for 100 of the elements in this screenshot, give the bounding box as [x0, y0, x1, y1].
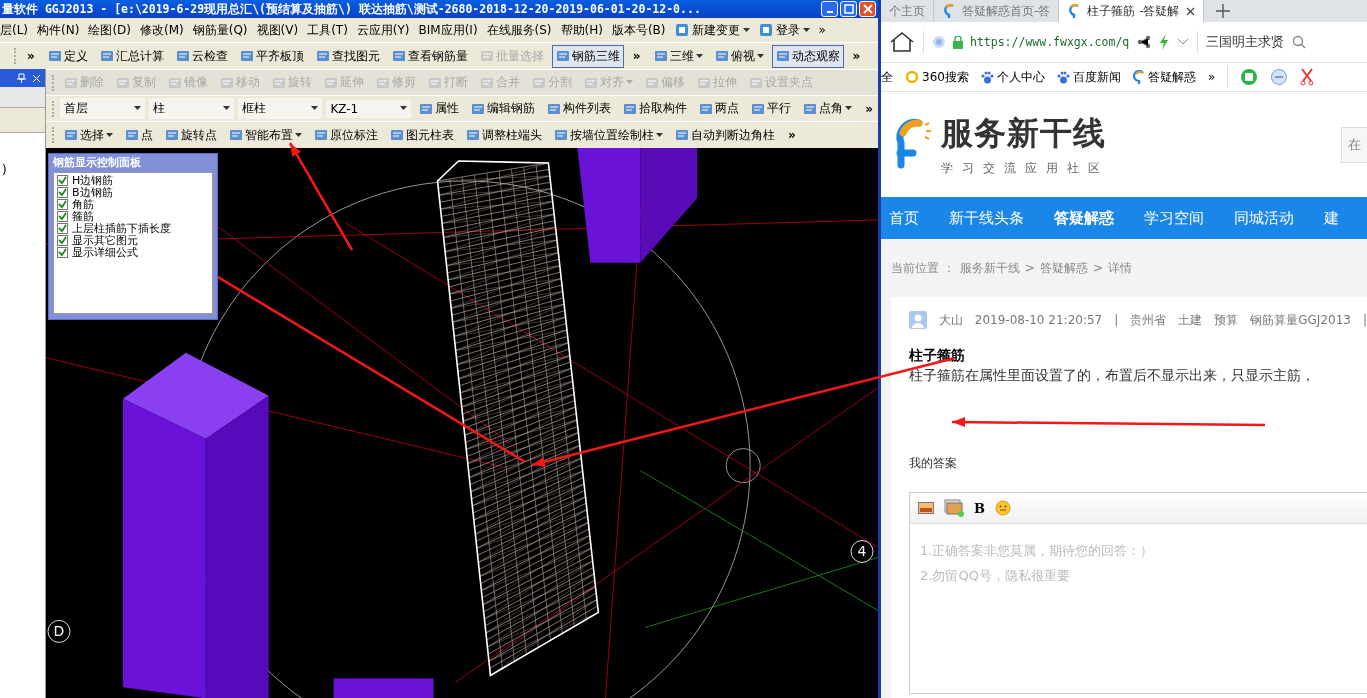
toolbar-button[interactable]: 两点 [695, 97, 744, 121]
menu-item[interactable]: 钢筋量(Q) [192, 21, 248, 39]
toolbar-button[interactable]: 三维 [649, 44, 707, 68]
menu-item[interactable]: BIM应用(I) [418, 21, 478, 39]
checkbox[interactable] [57, 235, 68, 247]
checkbox[interactable] [57, 199, 68, 211]
browser-tab[interactable]: 柱子箍筋 -答疑解 [1059, 0, 1204, 22]
menu-item[interactable]: 视图(V) [256, 21, 299, 39]
tag-text[interactable]: 钢筋算量GGJ2013 [1250, 311, 1351, 329]
paw-icon [980, 70, 994, 84]
menu-item[interactable]: 登录 [758, 21, 810, 39]
overflow-chevron[interactable]: » [22, 49, 40, 63]
menu-item[interactable]: 在线服务(S) [486, 21, 552, 39]
bookmark-link[interactable]: 答疑解惑 [1132, 68, 1196, 86]
nav-link[interactable]: 学习空间 [1144, 208, 1204, 228]
menu-item[interactable]: 构件(N) [37, 21, 80, 39]
close-button[interactable] [859, 1, 876, 17]
checkbox[interactable] [57, 175, 68, 187]
menu-item[interactable]: » [818, 23, 826, 37]
3d-viewport[interactable]: 钢筋显示控制面板 H边钢筋 B边钢筋 角筋 箍筋 上层柱插筋下插长度 显示其它图元 显示详细公式 4 D [46, 147, 878, 698]
toolbar-button[interactable]: 查看钢筋量 [387, 44, 472, 68]
image-icon[interactable] [918, 502, 934, 514]
minimize-button[interactable] [821, 1, 838, 17]
avatar-icon [909, 311, 927, 329]
overflow-chevron[interactable]: » [860, 101, 878, 116]
toolbar-button[interactable]: 选择 [60, 123, 117, 147]
tag-text[interactable]: 贵州省 [1130, 311, 1167, 329]
browser-tab[interactable]: 个主页 [881, 0, 934, 22]
home-icon[interactable] [889, 31, 915, 53]
toolbar-button[interactable]: 钢筋三维 [551, 44, 624, 68]
toolbar-button[interactable]: 编辑钢筋 [467, 97, 540, 121]
maximize-button[interactable] [840, 1, 857, 17]
nav-link[interactable]: 建 [1324, 208, 1339, 228]
toolbar-button[interactable]: 查找图元 [311, 44, 384, 68]
dropdown-field[interactable]: 柱 [148, 98, 234, 120]
toolbar-button[interactable]: 拾取构件 [619, 97, 692, 121]
nav-link[interactable]: 首页 [889, 208, 919, 228]
menu-item[interactable]: 新建变更 [674, 21, 750, 39]
minus-circle-icon[interactable] [1270, 68, 1289, 86]
overflow-chevron[interactable]: » [627, 49, 646, 63]
toolbar-button[interactable]: 自动判断边角柱 [671, 123, 779, 147]
toolbar-button[interactable]: 俯视 [710, 44, 768, 68]
toolbar-button[interactable]: 智能布置 [225, 123, 306, 147]
bookmark-link[interactable]: 360搜索 [905, 68, 969, 86]
images-icon[interactable] [944, 499, 964, 517]
lightning-icon[interactable] [1159, 34, 1170, 50]
bookmark-link[interactable]: 个人中心 [980, 68, 1045, 86]
new-tab-icon[interactable] [1215, 4, 1230, 18]
search-icon[interactable] [1292, 35, 1307, 49]
menu-item[interactable]: 绘图(D) [88, 21, 131, 39]
bookmark-link[interactable]: 百度新闻 [1056, 68, 1121, 86]
toolbar-button[interactable]: 原位标注 [310, 123, 382, 147]
overflow-chevron[interactable]: » [847, 49, 866, 63]
smiley-icon[interactable] [995, 500, 1011, 516]
toolbar-button[interactable]: 定义 [43, 44, 92, 68]
toolbar-button[interactable]: 按墙位置绘制柱 [550, 123, 667, 147]
toolbar-button[interactable]: 属性 [415, 97, 464, 121]
bold-button[interactable]: B [974, 500, 985, 516]
pin-icon[interactable] [17, 73, 26, 83]
chevron-down-icon[interactable] [1177, 38, 1190, 46]
toolbar-button[interactable]: 云检查 [171, 44, 232, 68]
toolbar-button[interactable]: 旋转点 [161, 123, 221, 147]
toolbar-button[interactable]: 平行 [747, 97, 796, 121]
toolbar-button[interactable]: 图元柱表 [386, 123, 458, 147]
overflow-chevron[interactable]: » [783, 128, 801, 143]
menu-item[interactable]: 帮助(H) [560, 21, 603, 39]
share-icon[interactable] [1137, 35, 1152, 49]
tag-text[interactable]: 预算 [1214, 311, 1239, 329]
toolbar-button[interactable]: 平齐板顶 [235, 44, 308, 68]
menu-item[interactable]: 修改(M) [140, 21, 184, 39]
bookmark-link[interactable]: » [1207, 70, 1216, 84]
dropdown-field[interactable]: 首层 [59, 98, 145, 120]
bookmark-link[interactable]: 全 [881, 68, 893, 86]
nav-link[interactable]: 同城活动 [1234, 208, 1294, 228]
search-field[interactable]: 三国明主求贤 [1206, 33, 1285, 51]
dropdown-field[interactable]: 框柱 [237, 98, 323, 120]
tag-text[interactable]: 土建 [1178, 311, 1203, 329]
address-field[interactable]: https://www.fwxgx.com/q [932, 35, 1130, 49]
checkbox[interactable] [57, 247, 68, 259]
author-name[interactable]: 大山 [938, 311, 963, 329]
toolbar-button[interactable]: 调整柱端头 [462, 123, 546, 147]
close-icon[interactable] [1185, 6, 1195, 16]
square-ring-icon[interactable] [1240, 68, 1259, 86]
checkbox[interactable] [57, 187, 68, 199]
nav-link[interactable]: 答疑解惑 [1054, 208, 1114, 228]
toolbar-button[interactable]: 汇总计算 [95, 44, 168, 68]
menu-item[interactable]: 云应用(Y) [356, 21, 410, 39]
answer-editor[interactable]: B 1.正确答案非您莫属，期待您的回答：） 2.勿留QQ号，隐私很重要 [909, 492, 1367, 694]
nav-link[interactable]: 新干线头条 [949, 208, 1024, 228]
menu-item[interactable]: 层(L) [0, 21, 29, 39]
checkbox[interactable] [57, 223, 68, 235]
menu-item[interactable]: 工具(T) [307, 21, 348, 39]
toolbar-button[interactable]: 动态观察 [771, 44, 844, 68]
dropdown-field[interactable]: KZ-1 [326, 99, 412, 118]
toolbar-button[interactable]: 点角 [799, 97, 857, 121]
toolbar-button[interactable]: 构件列表 [543, 97, 616, 121]
menu-item[interactable]: 版本号(B) [611, 21, 666, 39]
scissors-icon[interactable] [1300, 68, 1315, 86]
toolbar-button[interactable]: 点 [121, 123, 157, 147]
checkbox[interactable] [57, 211, 68, 223]
